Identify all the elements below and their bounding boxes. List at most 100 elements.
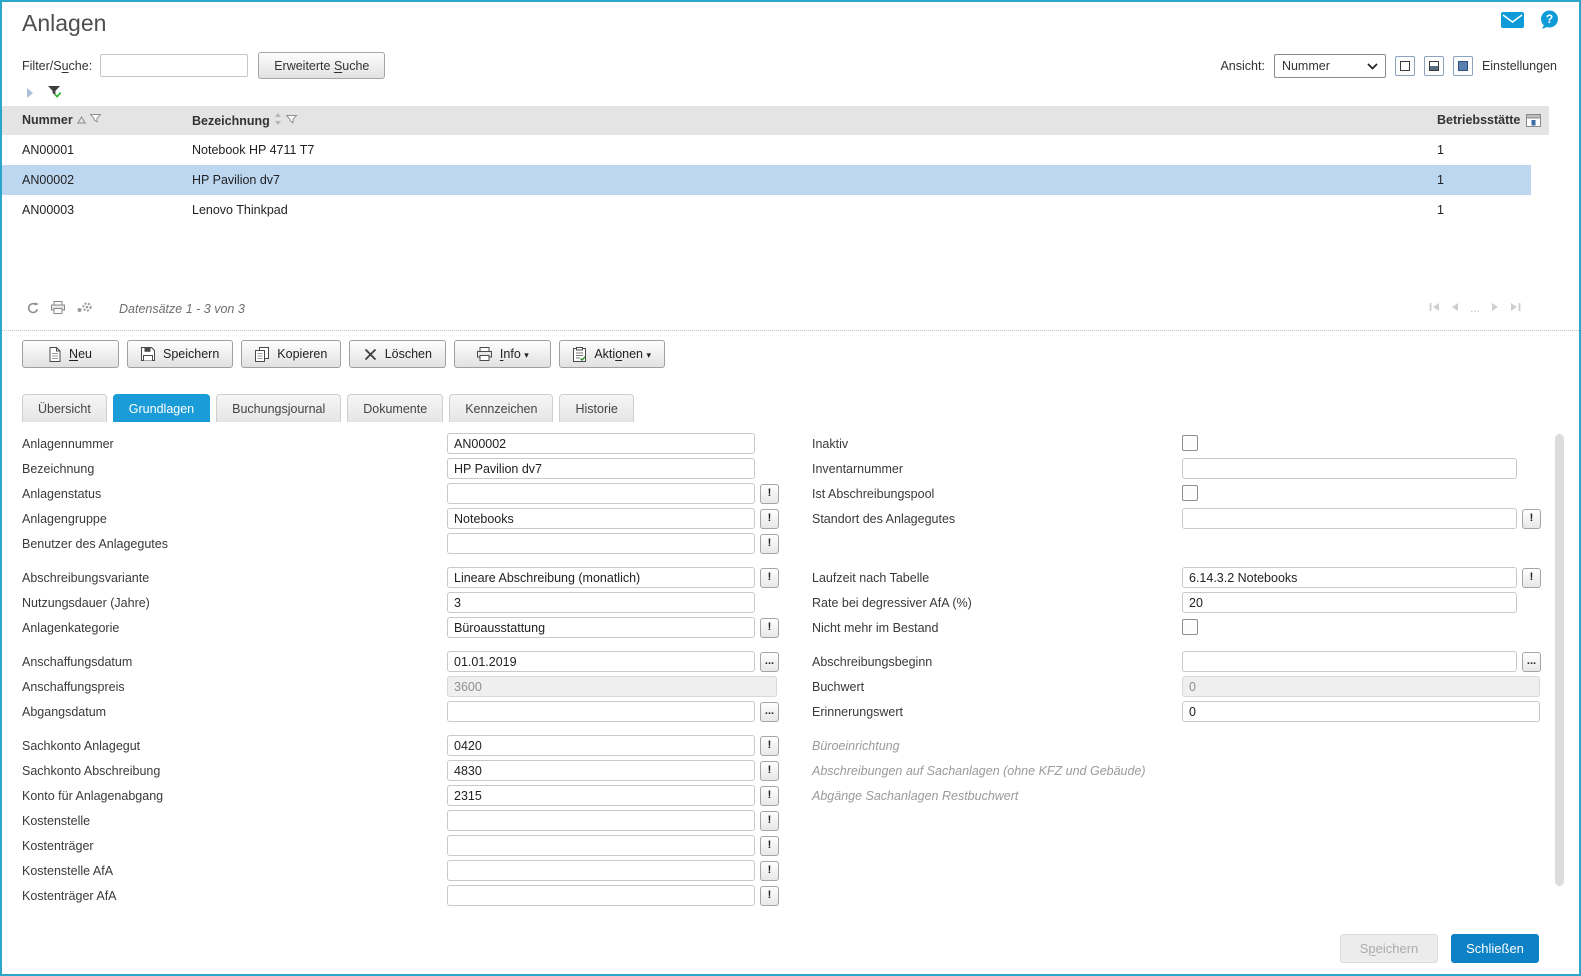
new-document-icon — [49, 346, 61, 362]
field-sachkonto-abschreibung-input[interactable] — [447, 760, 755, 781]
column-header-betriebsstaette[interactable]: Betriebsstätte — [1437, 113, 1520, 127]
field-anlagennummer-input[interactable] — [447, 433, 755, 454]
lookup-button-kostenstelle-afa[interactable]: ! — [760, 860, 779, 881]
form-row: Kostenträger AfA! — [22, 884, 807, 909]
lookup-button-kostentr-ger[interactable]: ! — [760, 835, 779, 856]
toolbar-button-kopieren[interactable]: Kopieren — [241, 340, 342, 368]
refresh-icon[interactable] — [26, 301, 40, 318]
lookup-button-kostentr-ger-afa[interactable]: ! — [760, 885, 779, 906]
field-kostentr-ger-afa-input[interactable] — [447, 885, 755, 906]
view-select[interactable]: Nummer — [1273, 53, 1386, 78]
tabs: Übersicht Grundlagen Buchungsjournal Dokume… — [22, 394, 634, 422]
date-picker-button-anschaffungsdatum[interactable]: ... — [760, 651, 779, 672]
view-group: Ansicht: Nummer Einstellungen — [1220, 53, 1557, 78]
checkbox-nicht-mehr-im-bestand[interactable] — [1182, 619, 1198, 635]
cell-betriebsstaette: 1 — [1437, 143, 1444, 157]
field-sachkonto-anlagegut-input[interactable] — [447, 735, 755, 756]
field-abgangsdatum-input[interactable] — [447, 701, 755, 722]
first-page-icon[interactable] — [1429, 301, 1440, 315]
field-label-rate-bei-degressiver-afa: Rate bei degressiver AfA (%) — [812, 596, 972, 610]
dialog-footer: Speichern Schließen — [1340, 934, 1539, 963]
field-rate-bei-degressiver-afa-input[interactable] — [1182, 592, 1517, 613]
field-label-standort-des-anlagegutes: Standort des Anlagegutes — [812, 512, 956, 526]
form-row: Anschaffungspreis — [22, 675, 807, 700]
toolbar-button-label: Aktionen ▾ — [594, 347, 652, 361]
tab-kennzeichen[interactable]: Kennzeichen — [449, 394, 554, 422]
settings-link[interactable]: Einstellungen — [1482, 59, 1557, 73]
lookup-button-anlagenstatus[interactable]: ! — [760, 483, 779, 504]
lookup-button-konto-f-r-anlagenabgang[interactable]: ! — [760, 785, 779, 806]
field-inventarnummer-input[interactable] — [1182, 458, 1517, 479]
lookup-button-anlagengruppe[interactable]: ! — [760, 508, 779, 529]
field-konto-f-r-anlagenabgang-input[interactable] — [447, 785, 755, 806]
expand-arrow-icon[interactable] — [26, 85, 34, 103]
field-anlagengruppe-input[interactable] — [447, 508, 755, 529]
mail-icon[interactable] — [1501, 11, 1524, 28]
search-input[interactable] — [100, 54, 249, 77]
toolbar-button-aktionen[interactable]: Aktionen ▾ — [559, 340, 666, 368]
lookup-button-abschreibungsvariante[interactable]: ! — [760, 567, 779, 588]
previous-page-icon[interactable] — [1451, 301, 1459, 315]
view-detail-icon[interactable] — [1452, 55, 1473, 76]
tab-buchungsjournal[interactable]: Buchungsjournal — [216, 394, 342, 422]
view-split-icon[interactable] — [1423, 55, 1444, 76]
field-benutzer-des-anlagegutes-input[interactable] — [447, 533, 755, 554]
field-bezeichnung-input[interactable] — [447, 458, 755, 479]
field-label-anlagennummer: Anlagennummer — [22, 437, 114, 451]
help-icon[interactable]: ? — [1540, 10, 1559, 29]
column-header-bezeichnung[interactable]: Bezeichnung — [192, 113, 298, 128]
advanced-search-button[interactable]: Erweiterte Suche — [258, 52, 386, 79]
checkbox-inaktiv[interactable] — [1182, 435, 1198, 451]
view-normal-icon[interactable] — [1394, 55, 1415, 76]
field-kostenstelle-input[interactable] — [447, 810, 755, 831]
lookup-button-sachkonto-anlagegut[interactable]: ! — [760, 735, 779, 756]
lookup-button-kostenstelle[interactable]: ! — [760, 810, 779, 831]
table-row[interactable]: AN00003 Lenovo Thinkpad 1 — [2, 195, 1531, 225]
field-laufzeit-nach-tabelle-input[interactable] — [1182, 567, 1517, 588]
print-icon[interactable] — [51, 301, 65, 317]
column-chooser-icon[interactable] — [1526, 114, 1541, 130]
toolbar-button-info[interactable]: Info ▾ — [454, 340, 552, 368]
toolbar-button-l-schen[interactable]: Löschen — [349, 340, 447, 368]
checkbox-ist-abschreibungspool[interactable] — [1182, 485, 1198, 501]
toolbar-button-label: Kopieren — [277, 347, 328, 361]
tab-dokumente[interactable]: Dokumente — [347, 394, 444, 422]
table-row[interactable]: AN00002 HP Pavilion dv7 1 — [2, 165, 1531, 195]
field-label-kostenstelle-afa: Kostenstelle AfA — [22, 864, 114, 878]
toolbar-button-neu[interactable]: Neu — [22, 340, 119, 368]
filter-funnel-icon[interactable] — [89, 113, 102, 127]
export-settings-icon[interactable] — [76, 301, 93, 317]
field-standort-des-anlagegutes-input[interactable] — [1182, 508, 1517, 529]
form-scrollbar[interactable] — [1553, 434, 1565, 910]
tab-grundlagen[interactable]: Grundlagen — [112, 394, 211, 422]
field-label-kostenstelle: Kostenstelle — [22, 814, 91, 828]
next-page-icon[interactable] — [1491, 301, 1499, 315]
scrollbar-thumb[interactable] — [1554, 434, 1564, 886]
column-header-nummer[interactable]: Nummer — [22, 113, 102, 127]
close-button[interactable]: Schließen — [1451, 934, 1539, 963]
field-abschreibungsvariante-input[interactable] — [447, 567, 755, 588]
field-label-benutzer-des-anlagegutes: Benutzer des Anlagegutes — [22, 537, 168, 551]
field-kostentr-ger-input[interactable] — [447, 835, 755, 856]
lookup-button-laufzeit-nach-tabelle[interactable]: ! — [1522, 567, 1541, 588]
field-anlagenstatus-input[interactable] — [447, 483, 755, 504]
field-abschreibungsbeginn-input[interactable] — [1182, 651, 1517, 672]
lookup-button-sachkonto-abschreibung[interactable]: ! — [760, 760, 779, 781]
tab-bersicht[interactable]: Übersicht — [22, 394, 107, 422]
date-picker-button-abgangsdatum[interactable]: ... — [760, 701, 779, 722]
table-row[interactable]: AN00001 Notebook HP 4711 T7 1 — [2, 135, 1531, 165]
field-anschaffungsdatum-input[interactable] — [447, 651, 755, 672]
toolbar-button-speichern[interactable]: Speichern — [127, 340, 234, 368]
field-anlagenkategorie-input[interactable] — [447, 617, 755, 638]
last-page-icon[interactable] — [1510, 301, 1521, 315]
lookup-button-standort-des-anlagegutes[interactable]: ! — [1522, 508, 1541, 529]
lookup-button-anlagenkategorie[interactable]: ! — [760, 617, 779, 638]
filter-funnel-icon[interactable] — [285, 114, 298, 128]
field-kostenstelle-afa-input[interactable] — [447, 860, 755, 881]
field-erinnerungswert-input[interactable] — [1182, 701, 1540, 722]
filter-active-icon[interactable] — [47, 85, 62, 104]
field-nutzungsdauer-jahre-input[interactable] — [447, 592, 755, 613]
lookup-button-benutzer-des-anlagegutes[interactable]: ! — [760, 533, 779, 554]
tab-historie[interactable]: Historie — [559, 394, 634, 422]
date-picker-button-abschreibungsbeginn[interactable]: ... — [1522, 651, 1541, 672]
